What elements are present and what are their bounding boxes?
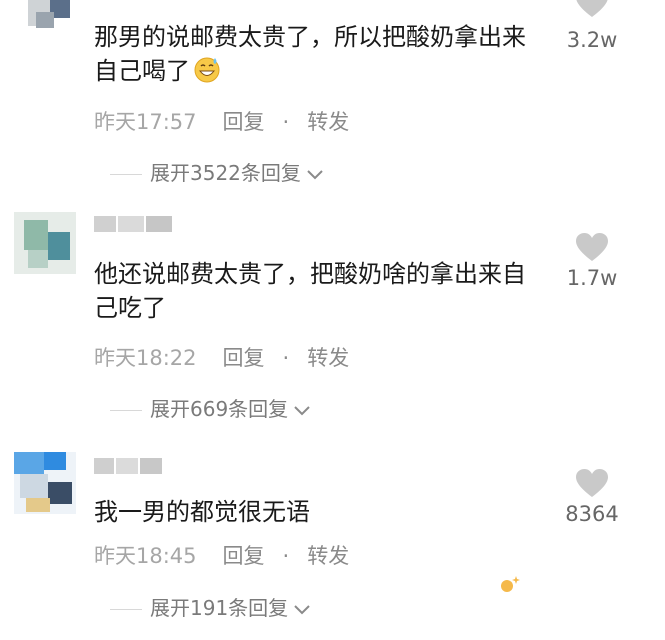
username-blurred[interactable] [94,216,172,232]
separator: · [282,110,290,134]
reply-button[interactable]: 回复 [223,342,265,372]
grinning-sweat-emoji [194,57,220,83]
separator: · [282,346,290,370]
avatar[interactable] [14,452,76,514]
separator: · [282,544,290,568]
divider [110,174,142,175]
reply-button[interactable]: 回复 [223,106,265,136]
like-button[interactable]: 1.7w [559,232,625,290]
chevron-down-icon [294,405,310,415]
comment-text: 我一男的都觉很无语 [94,498,310,526]
like-button[interactable]: 8364 [559,468,625,526]
comment-meta: 昨天18:45 回复 · 转发 [94,540,349,570]
comment-text: 那男的说邮费太贵了，所以把酸奶拿出来自己喝了 [94,23,526,85]
avatar[interactable] [14,0,76,38]
expand-replies[interactable]: 展开3522条回复 [110,157,325,186]
forward-button[interactable]: 转发 [307,342,349,372]
heart-icon [576,0,608,17]
username-blurred[interactable] [94,458,172,474]
like-count: 1.7w [566,266,618,290]
sparkle-icon [501,576,520,592]
divider [110,609,142,610]
forward-button[interactable]: 转发 [307,106,349,136]
heart-icon [576,233,608,261]
forward-button[interactable]: 转发 [307,540,349,570]
expand-replies[interactable]: 展开669条回复 [110,393,312,422]
timestamp: 昨天18:22 [94,346,197,370]
comment-text: 他还说邮费太贵了，把酸奶啥的拿出来自己吃了 [94,260,526,322]
reply-button[interactable]: 回复 [223,540,265,570]
like-button[interactable]: 3.2w [559,0,625,52]
like-count: 8364 [565,502,619,526]
timestamp: 昨天18:45 [94,544,197,568]
divider [110,410,142,411]
chevron-down-icon [307,169,323,179]
expand-replies[interactable]: 展开191条回复 [110,592,312,621]
timestamp: 昨天17:57 [94,110,197,134]
comment-meta: 昨天17:57 回复 · 转发 [94,106,349,136]
heart-icon [576,469,608,497]
like-count: 3.2w [566,28,618,52]
avatar[interactable] [14,212,76,274]
chevron-down-icon [294,604,310,614]
comment-meta: 昨天18:22 回复 · 转发 [94,342,349,372]
